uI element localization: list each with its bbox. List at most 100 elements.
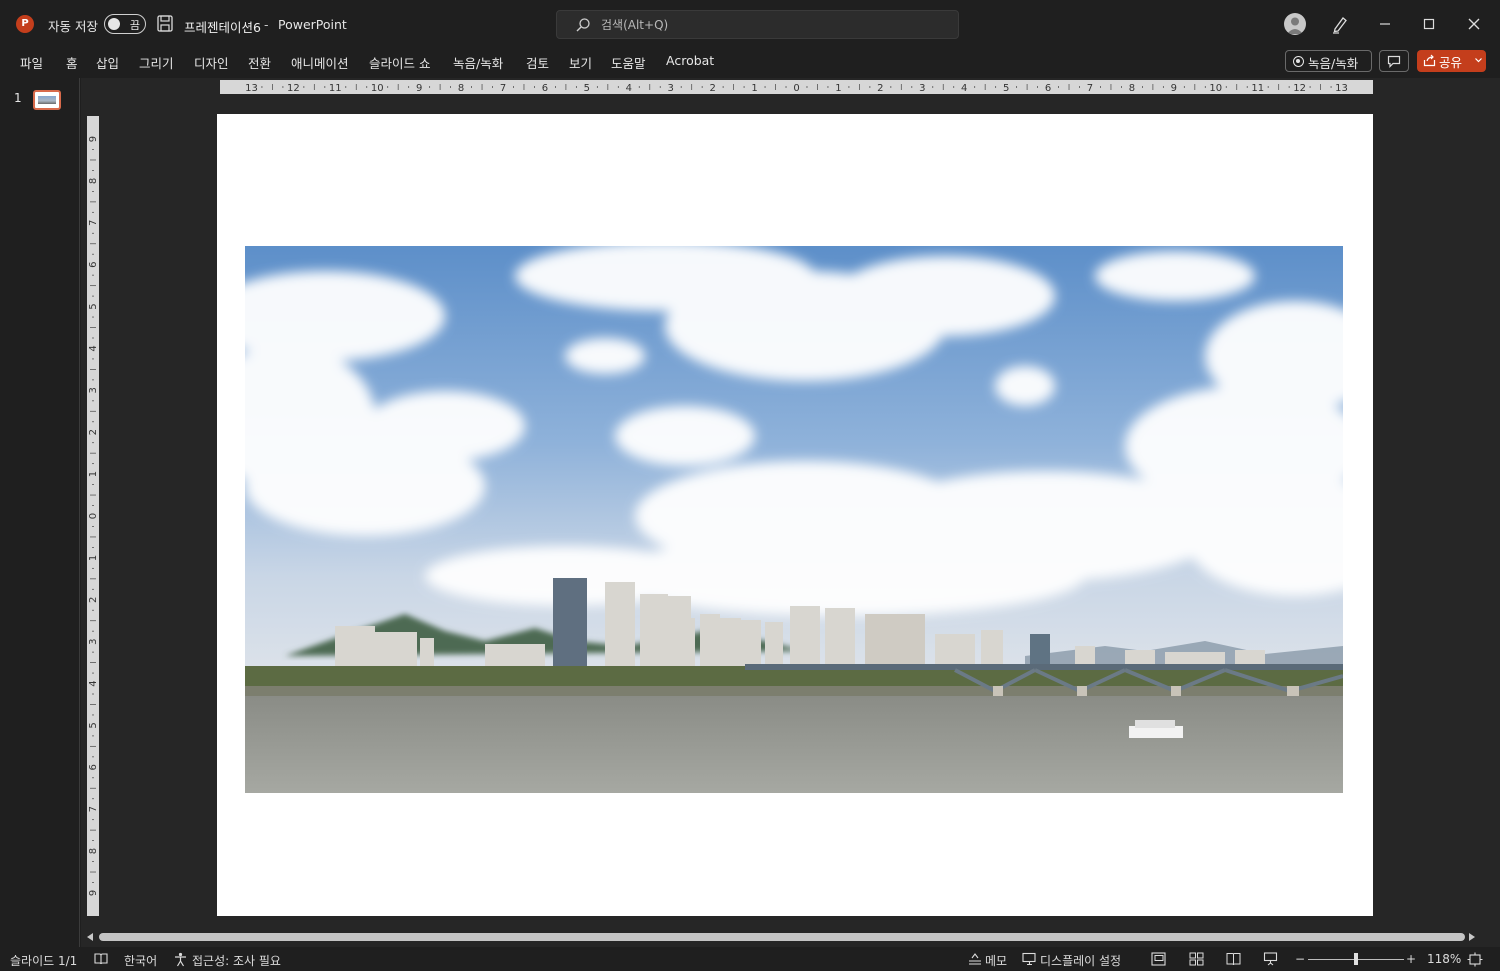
search-box[interactable] <box>556 10 959 39</box>
tab-record[interactable]: 녹음/녹화 <box>453 53 503 72</box>
ruler-label: 10 <box>371 83 384 94</box>
record-button[interactable]: 녹음/녹화 <box>1285 50 1372 72</box>
ruler-label: 13 <box>1335 83 1348 94</box>
tab-review[interactable]: 검토 <box>526 53 549 72</box>
minimize-icon[interactable] <box>1370 10 1400 38</box>
ruler-label: 11 <box>329 83 342 94</box>
ruler-label: 2 <box>88 429 99 435</box>
slide-info[interactable]: 슬라이드 1/1 <box>10 952 77 969</box>
accessibility-icon[interactable] <box>173 952 188 967</box>
pen-icon[interactable] <box>1330 14 1350 34</box>
comments-button[interactable] <box>1379 50 1409 72</box>
ruler-label: 1 <box>751 83 757 94</box>
slide-number: 1 <box>14 91 22 105</box>
slide-thumbnail[interactable] <box>33 90 61 110</box>
ruler-label: 0 <box>793 83 799 94</box>
avatar[interactable] <box>1284 13 1306 35</box>
slide-canvas[interactable] <box>217 114 1373 916</box>
slide-sorter-icon[interactable] <box>1189 952 1204 966</box>
save-icon[interactable] <box>157 15 173 32</box>
powerpoint-logo-icon: P <box>16 15 34 33</box>
ruler-label: 13 <box>245 83 258 94</box>
status-bar: 슬라이드 1/1 한국어 접근성: 조사 필요 메모 디스플레이 설정 − + … <box>0 947 1500 971</box>
notes-button[interactable]: 메모 <box>985 952 1007 969</box>
comment-icon <box>1387 55 1401 68</box>
display-settings-button[interactable]: 디스플레이 설정 <box>1040 952 1121 969</box>
horizontal-scrollbar[interactable] <box>81 930 1500 947</box>
reading-view-icon[interactable] <box>1226 952 1241 966</box>
ruler-label: 12 <box>287 83 300 94</box>
accessibility-status[interactable]: 접근성: 조사 필요 <box>192 952 281 969</box>
tab-slideshow[interactable]: 슬라이드 쇼 <box>369 53 430 72</box>
title-bar: P 자동 저장 끔 프레젠테이션6 - PowerPoint <box>0 0 1500 48</box>
scrollbar-thumb[interactable] <box>99 933 1465 941</box>
zoom-level[interactable]: 118% <box>1427 952 1461 966</box>
notes-icon[interactable] <box>967 952 983 966</box>
autosave-toggle[interactable]: 끔 <box>104 14 146 34</box>
ruler-label: 7 <box>500 83 506 94</box>
zoom-in-button[interactable]: + <box>1406 952 1416 966</box>
zoom-slider-thumb[interactable] <box>1354 953 1358 965</box>
autosave-label: 자동 저장 <box>48 19 98 34</box>
ruler-label: 5 <box>1003 83 1009 94</box>
ruler-label: 8 <box>458 83 464 94</box>
tab-animations[interactable]: 애니메이션 <box>291 53 349 72</box>
scroll-left-icon[interactable] <box>87 933 93 941</box>
book-icon[interactable] <box>94 952 108 966</box>
thumbnail-image <box>38 96 56 104</box>
tab-home[interactable]: 홈 <box>66 53 78 72</box>
tab-design[interactable]: 디자인 <box>194 53 229 72</box>
record-icon <box>1293 56 1304 67</box>
close-icon[interactable] <box>1459 10 1489 38</box>
language[interactable]: 한국어 <box>124 952 157 969</box>
record-label: 녹음/녹화 <box>1308 56 1359 71</box>
vertical-ruler[interactable]: 9 8 7 6 5 4 3 2 1 0 1 2 3 4 5 6 7 8 9 <box>87 116 99 916</box>
ruler-label: 9 <box>88 890 99 896</box>
slide-thumbnail-pane: 1 <box>0 78 80 947</box>
tab-view[interactable]: 보기 <box>569 53 592 72</box>
tab-help[interactable]: 도움말 <box>611 53 646 72</box>
share-button[interactable]: 공유 <box>1417 50 1486 72</box>
normal-view-icon[interactable] <box>1151 952 1166 966</box>
ruler-label: 0 <box>88 513 99 519</box>
share-icon <box>1423 54 1436 67</box>
document-title[interactable]: 프레젠테이션6 <box>184 17 261 36</box>
slideshow-icon[interactable] <box>1263 952 1278 966</box>
title-separator: - <box>264 17 269 32</box>
ruler-label: 4 <box>88 345 99 351</box>
ruler-label: 5 <box>88 303 99 309</box>
ruler-label: 8 <box>88 848 99 854</box>
ruler-label: 9 <box>416 83 422 94</box>
ruler-label: 6 <box>542 83 548 94</box>
ruler-label: 3 <box>88 638 99 644</box>
toggle-knob <box>108 18 120 30</box>
tab-file[interactable]: 파일 <box>20 53 43 72</box>
search-input[interactable] <box>601 16 941 34</box>
ruler-label: 1 <box>88 555 99 561</box>
tab-acrobat[interactable]: Acrobat <box>666 53 714 68</box>
fit-slide-icon[interactable] <box>1467 952 1483 967</box>
scroll-right-icon[interactable] <box>1469 933 1475 941</box>
ruler-label: 1 <box>88 471 99 477</box>
ruler-label: 8 <box>88 178 99 184</box>
display-settings-icon[interactable] <box>1022 952 1038 966</box>
maximize-icon[interactable] <box>1414 10 1444 38</box>
ruler-label: 12 <box>1293 83 1306 94</box>
slide-photo[interactable] <box>245 246 1343 793</box>
tab-transitions[interactable]: 전환 <box>248 53 271 72</box>
ruler-label: 4 <box>88 680 99 686</box>
ruler-label: 2 <box>88 597 99 603</box>
user-icon <box>1287 17 1303 34</box>
tab-insert[interactable]: 삽입 <box>96 53 119 72</box>
app-name: PowerPoint <box>278 17 347 32</box>
ruler-label: 3 <box>88 387 99 393</box>
autosave-state: 끔 <box>129 19 140 32</box>
tab-draw[interactable]: 그리기 <box>139 53 174 72</box>
ruler-label: 4 <box>961 83 967 94</box>
zoom-out-button[interactable]: − <box>1295 952 1305 966</box>
ruler-label: 7 <box>88 220 99 226</box>
horizontal-ruler[interactable]: 13 12 11 10 9 8 7 6 5 4 3 2 1 0 1 2 3 4 5 6 7 8 9 10 11 12 13 <box>220 80 1373 94</box>
ruler-label: 10 <box>1209 83 1222 94</box>
ruler-label: 9 <box>1171 83 1177 94</box>
chevron-down-icon[interactable] <box>1474 54 1483 66</box>
